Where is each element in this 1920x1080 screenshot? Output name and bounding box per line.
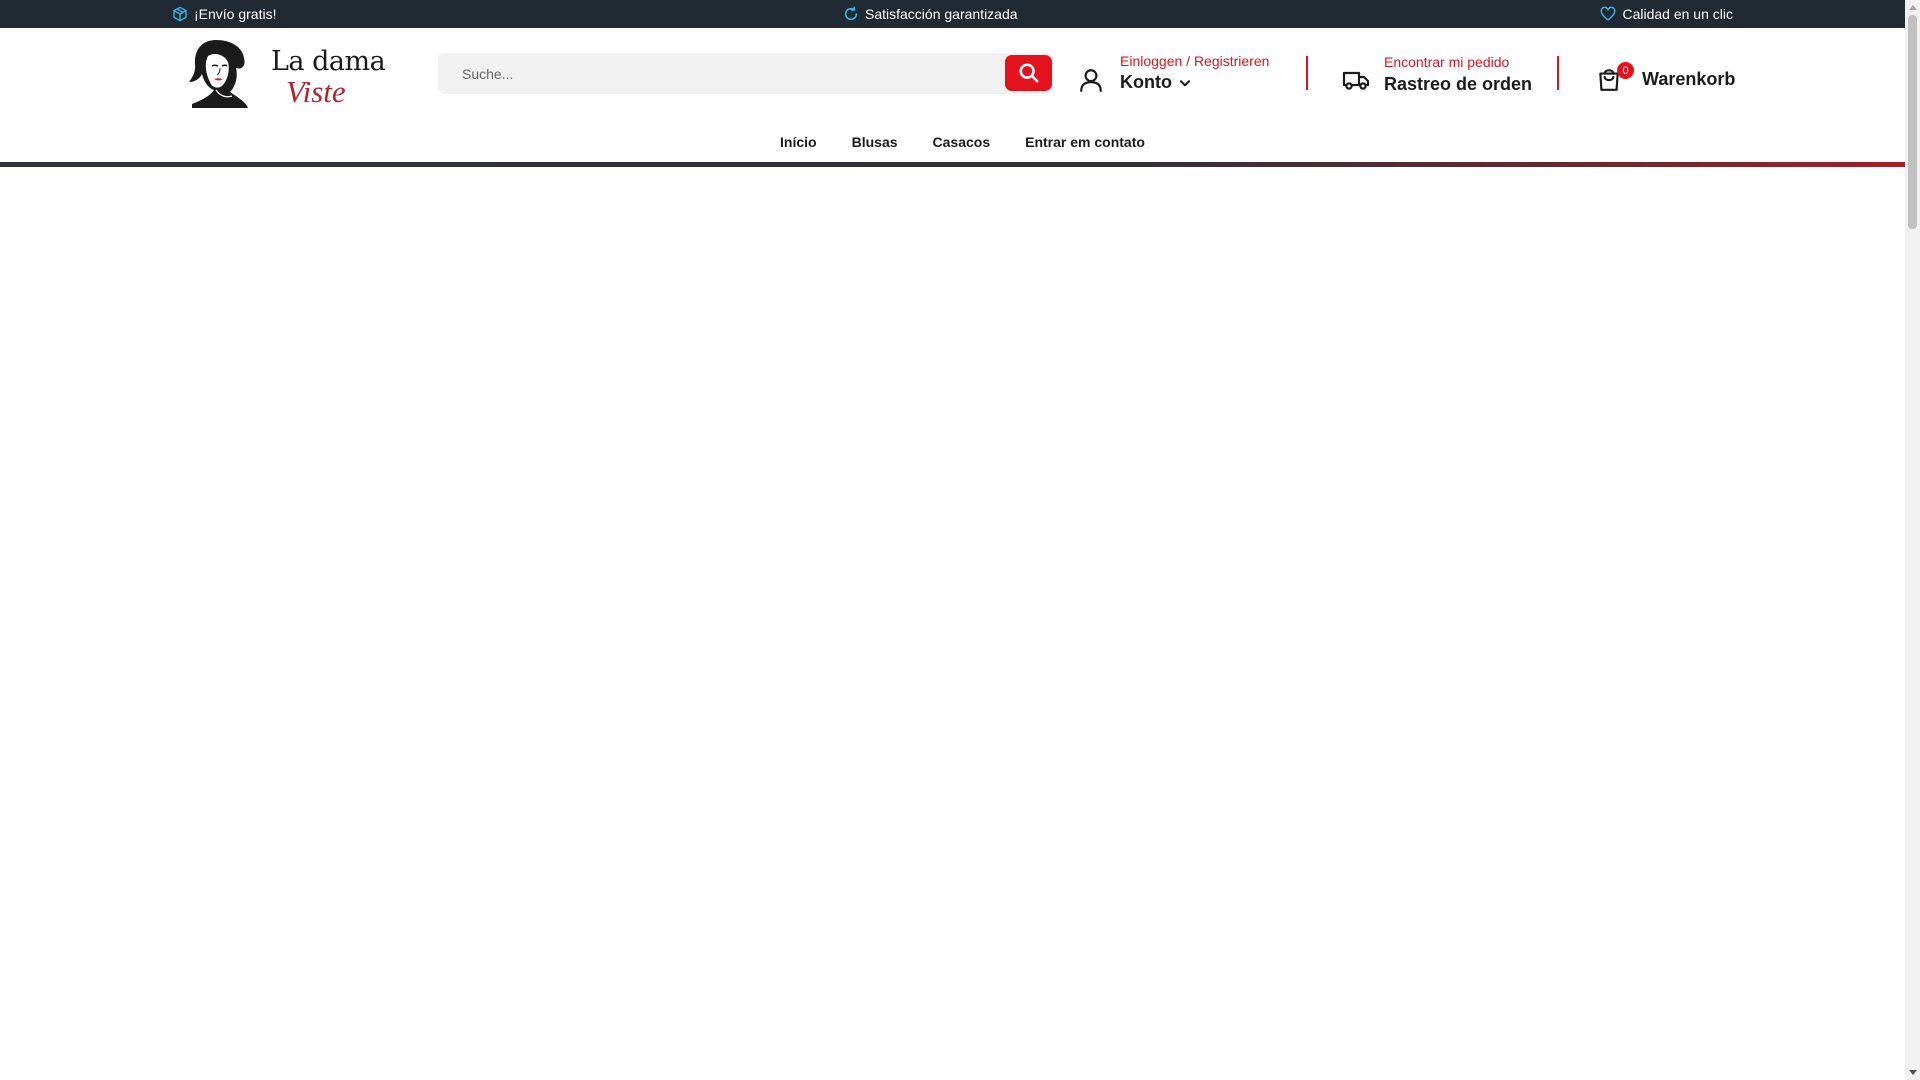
announcement-free-shipping: ¡Envío gratis! [172, 0, 276, 28]
cart-button[interactable]: 0 Warenkorb [1596, 62, 1736, 98]
announcement-label: Satisfacción garantizada [865, 6, 1018, 22]
login-register-link[interactable]: Einloggen / Registrieren [1120, 53, 1269, 69]
header-divider [1557, 56, 1559, 90]
woman-portrait-icon [189, 40, 248, 108]
announcement-satisfaction: Satisfacción garantizada [843, 0, 1018, 28]
nav-item-contato[interactable]: Entrar em contato [1025, 128, 1145, 158]
logo-wordmark-line2: Viste [286, 74, 346, 109]
announcement-label: ¡Envío gratis! [194, 6, 277, 22]
delivery-truck-icon [1342, 71, 1370, 90]
header-divider [1306, 56, 1308, 90]
box-icon [173, 6, 187, 22]
logo-wordmark-line1: La dama [271, 46, 386, 77]
order-tracking-label: Rastreo de orden [1384, 74, 1533, 94]
account-menu[interactable]: Einloggen / Registrieren Konto [1078, 50, 1288, 100]
site-logo[interactable]: La dama Viste [186, 36, 386, 110]
search-bar [438, 53, 1053, 94]
order-tracking-link[interactable]: Encontrar mi pedido Rastreo de orden [1342, 50, 1552, 100]
scroll-up-arrow-icon[interactable] [1909, 5, 1917, 10]
main-navigation: Início Blusas Casacos Entrar em contato [0, 128, 1905, 158]
account-dropdown[interactable]: Konto [1120, 72, 1192, 93]
account-label: Konto [1120, 72, 1172, 92]
search-icon [1018, 63, 1039, 83]
user-icon [1080, 69, 1102, 92]
chevron-down-icon [1179, 79, 1191, 86]
nav-item-inicio[interactable]: Início [780, 128, 817, 158]
announcement-label: Calidad en un clic [1622, 6, 1733, 22]
search-button[interactable] [1005, 55, 1052, 91]
announcement-quality: Calidad en un clic [1600, 0, 1733, 28]
top-announcement-bar: ¡Envío gratis! Satisfacción garantizada … [0, 0, 1905, 28]
nav-item-casacos[interactable]: Casacos [933, 128, 991, 158]
main-content-area [0, 167, 1905, 1080]
nav-item-blusas[interactable]: Blusas [852, 128, 898, 158]
refresh-icon [844, 6, 858, 21]
find-order-label: Encontrar mi pedido [1384, 54, 1510, 70]
scrollbar-thumb[interactable] [1908, 15, 1917, 229]
search-input[interactable] [438, 53, 998, 94]
cart-label: Warenkorb [1642, 69, 1736, 89]
scroll-down-arrow-icon[interactable] [1909, 1070, 1917, 1075]
heart-icon [1601, 6, 1616, 21]
page: ¡Envío gratis! Satisfacción garantizada … [0, 0, 1905, 1080]
cart-count-badge: 0 [1617, 62, 1634, 79]
page-scrollbar[interactable] [1905, 0, 1920, 1080]
